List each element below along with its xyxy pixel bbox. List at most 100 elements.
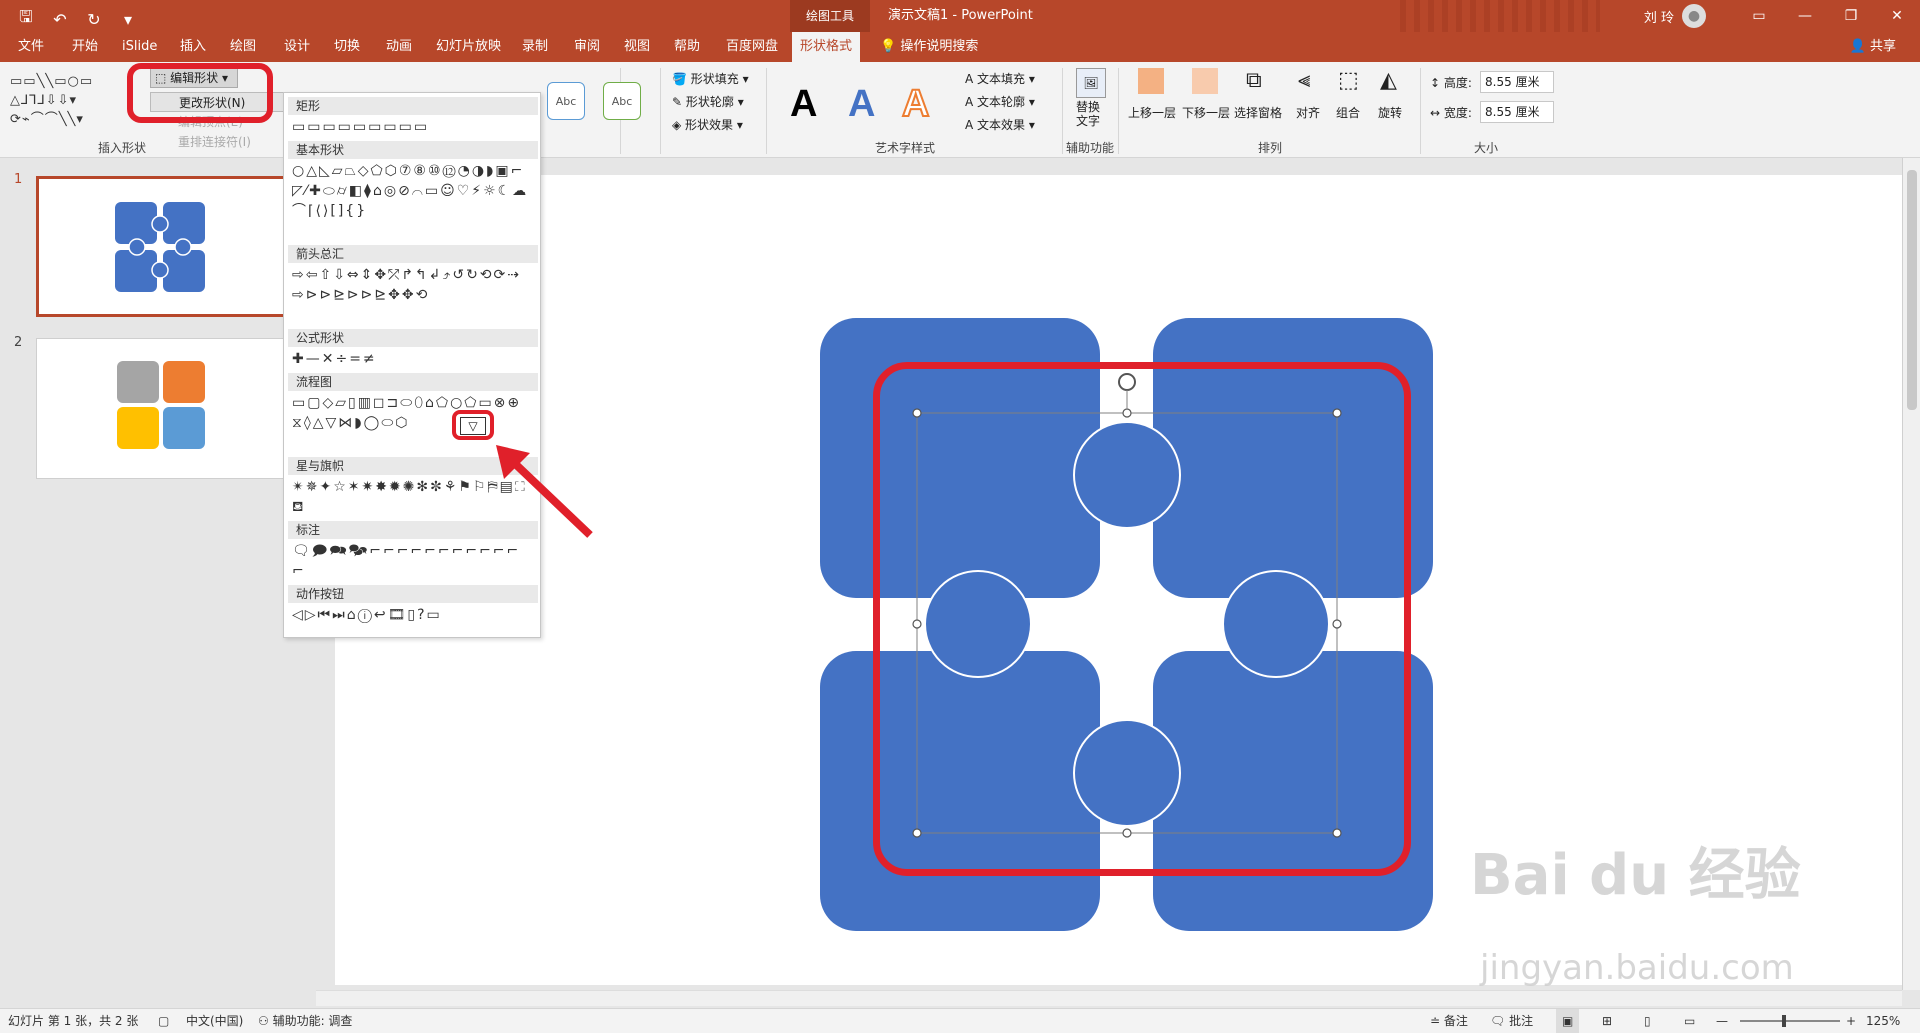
rotate-icon[interactable]: ◭ xyxy=(1380,68,1397,93)
zoom-slider-thumb[interactable] xyxy=(1782,1015,1786,1027)
height-label: ↕ 高度: xyxy=(1430,76,1472,90)
text-effects-button[interactable]: A 文本效果 ▾ xyxy=(965,116,1035,133)
height-input[interactable]: 8.55 厘米 xyxy=(1480,71,1554,93)
tab-help[interactable]: 帮助 xyxy=(666,32,708,62)
align-button[interactable]: 对齐 xyxy=(1296,104,1320,121)
send-backward-button[interactable]: 下移一层 xyxy=(1182,104,1230,121)
text-fill-icon: A xyxy=(965,72,978,86)
zoom-slider[interactable] xyxy=(1740,1020,1840,1022)
group-icon[interactable]: ⬚ xyxy=(1338,68,1359,93)
comments-button[interactable]: 🗨 批注 xyxy=(1490,1009,1533,1033)
tab-slideshow[interactable]: 幻灯片放映 xyxy=(428,32,509,62)
alt-text-icon[interactable]: 🖼 xyxy=(1076,68,1106,98)
tab-view[interactable]: 视图 xyxy=(616,32,658,62)
user-name[interactable]: 刘 玲 xyxy=(1644,7,1674,26)
tab-transitions[interactable]: 切换 xyxy=(326,32,368,62)
edit-shape-highlight xyxy=(127,63,273,123)
tab-draw[interactable]: 绘图 xyxy=(222,32,264,62)
horizontal-scrollbar[interactable] xyxy=(316,990,1902,1006)
shape-outline-button[interactable]: ✎ 形状轮廓 ▾ xyxy=(672,93,744,110)
spellcheck-icon[interactable]: ▢ xyxy=(158,1009,169,1033)
slide-sorter-icon[interactable]: ⊞ xyxy=(1602,1009,1612,1033)
zoom-level[interactable]: 125% xyxy=(1866,1009,1900,1033)
tab-design[interactable]: 设计 xyxy=(276,32,318,62)
tab-file[interactable]: 文件 xyxy=(10,32,52,62)
avatar[interactable]: ● xyxy=(1682,4,1706,28)
slide-count: 幻灯片 第 1 张，共 2 张 xyxy=(8,1014,139,1028)
scroll-thumb[interactable] xyxy=(1907,170,1917,410)
equation-shapes[interactable]: ✚—✕÷=≠ xyxy=(292,349,532,369)
send-backward-icon[interactable] xyxy=(1192,68,1218,94)
insert-shapes-gallery[interactable]: ▭▭╲╲▭○▭ △⅃⅂⅃⇩⇩▾ ⟳⌁⌒⌒╲╲▾ xyxy=(10,72,128,132)
tab-insert[interactable]: 插入 xyxy=(172,32,214,62)
zoom-out-icon[interactable]: — xyxy=(1716,1009,1728,1033)
rotate-button[interactable]: 旋转 xyxy=(1378,104,1402,121)
minimize-icon[interactable]: — xyxy=(1782,8,1828,24)
tell-me-search[interactable]: 💡 操作说明搜索 xyxy=(880,32,978,62)
selection-pane-button[interactable]: 选择窗格 xyxy=(1234,104,1282,121)
wordart-style-black[interactable]: A xyxy=(790,83,817,126)
redo-icon[interactable]: ↻ xyxy=(84,10,104,29)
pen-icon: ✎ xyxy=(672,95,686,109)
basic-shapes[interactable]: ○△◺▱⏢◇⬠⬡⑦⑧⑩⑫◔◑◗▣⌐◸⁄✚⬭⌭◧⧫⌂◎⊘⌒▭☺♡⚡☼☾☁⌒⌈⟨⟩[… xyxy=(292,161,532,221)
close-icon[interactable]: ✕ xyxy=(1874,8,1920,24)
wordart-style-orange[interactable]: A xyxy=(901,82,930,126)
group-button[interactable]: 组合 xyxy=(1336,104,1360,121)
undo-icon[interactable]: ↶ xyxy=(50,10,70,29)
flowchart-shapes[interactable]: ▭▢◇▱▯▥◻⊐⬭⬯⌂⬠○⬠▭⊗⊕⧖◊△▽⋈◗◯⬭⬡ xyxy=(292,393,532,433)
tab-record[interactable]: 录制 xyxy=(514,32,556,62)
selection-pane-icon[interactable]: ⧉ xyxy=(1246,68,1262,93)
shape-style-abc-blue[interactable]: Abc xyxy=(547,82,585,120)
reading-view-icon[interactable]: ▯ xyxy=(1644,1009,1651,1033)
accessibility-status[interactable]: ⚇ 辅助功能: 调查 xyxy=(258,1009,352,1033)
slide-1-preview xyxy=(115,202,205,292)
tab-shape-format[interactable]: 形状格式 xyxy=(792,32,861,62)
text-outline-button[interactable]: A 文本轮廓 ▾ xyxy=(965,93,1035,110)
notes-button[interactable]: ≐ 备注 xyxy=(1430,1009,1468,1033)
tab-review[interactable]: 审阅 xyxy=(566,32,608,62)
slide-thumbnail-2[interactable] xyxy=(36,338,286,479)
align-icon[interactable]: ⫷ xyxy=(1298,68,1310,93)
arrow-shapes[interactable]: ⇨⇦⇧⇩⇔⇕✥⤱↱↰↲⤴↺↻⟲⟳⇢⇨⊳⊳⊵⊳⊳⊵✥✥⟲ xyxy=(292,265,532,305)
maximize-icon[interactable]: ❐ xyxy=(1828,8,1874,24)
slideshow-icon[interactable]: ▭ xyxy=(1684,1009,1695,1033)
customize-icon[interactable]: ▾ xyxy=(118,10,138,29)
merge-shape-icon[interactable]: ▽ xyxy=(460,417,486,435)
normal-view-icon[interactable]: ▣ xyxy=(1556,1009,1580,1033)
height-icon: ↕ xyxy=(1430,76,1444,90)
alt-text-label[interactable]: 替换 文字 xyxy=(1076,100,1100,128)
selected-shape-highlight: ▽ xyxy=(452,410,494,440)
rectangle-shapes[interactable]: ▭▭▭▭▭▭▭▭▭ xyxy=(292,117,532,137)
tab-animations[interactable]: 动画 xyxy=(378,32,420,62)
text-effects-label: 文本效果 xyxy=(977,118,1026,132)
title-bar: 🖫 ↶ ↻ ▾ 绘图工具 演示文稿1 - PowerPoint 刘 玲 ● ▭ … xyxy=(0,0,1920,32)
tab-home[interactable]: 开始 xyxy=(64,32,106,62)
vertical-scrollbar[interactable] xyxy=(1902,158,1920,990)
ribbon-display-icon[interactable]: ▭ xyxy=(1736,8,1782,24)
reroute-connectors-menuitem[interactable]: 重排连接符(I) xyxy=(150,132,290,152)
wordart-style-blue[interactable]: A xyxy=(848,83,875,126)
bring-forward-icon[interactable] xyxy=(1138,68,1164,94)
notes-icon: ≐ xyxy=(1430,1014,1444,1028)
share-button[interactable]: 👤 共享 xyxy=(1850,32,1896,62)
bring-forward-button[interactable]: 上移一层 xyxy=(1128,104,1176,121)
shape-fill-button[interactable]: 🪣 形状填充 ▾ xyxy=(672,70,749,87)
width-input[interactable]: 8.55 厘米 xyxy=(1480,101,1554,123)
shape-group-highlight xyxy=(873,362,1411,876)
tab-islide[interactable]: iSlide xyxy=(114,32,165,62)
zoom-in-icon[interactable]: + xyxy=(1846,1009,1856,1033)
section-basic-shapes: 基本形状 xyxy=(288,141,538,159)
tab-baidu-netdisk[interactable]: 百度网盘 xyxy=(718,32,786,62)
shape-style-abc-green[interactable]: Abc xyxy=(603,82,641,120)
document-title: 演示文稿1 - PowerPoint xyxy=(888,8,1033,23)
callout-shapes[interactable]: 🗨🗩🗪🗫⌐⌐⌐⌐⌐⌐⌐⌐⌐⌐⌐⌐ xyxy=(292,541,532,581)
text-outline-icon: A xyxy=(965,95,978,109)
section-flowchart: 流程图 xyxy=(288,373,538,391)
language-indicator[interactable]: 中文(中国) xyxy=(186,1009,243,1033)
save-icon[interactable]: 🖫 xyxy=(16,6,36,33)
insert-shapes-label: 插入形状 xyxy=(98,141,147,155)
shape-effects-button[interactable]: ◈ 形状效果 ▾ xyxy=(672,116,743,133)
action-button-shapes[interactable]: ◁▷⏮⏭⌂ⓘ↩🎞▯?▭ xyxy=(292,605,532,625)
text-fill-button[interactable]: A 文本填充 ▾ xyxy=(965,70,1035,87)
slide-thumbnail-1[interactable] xyxy=(36,176,286,317)
